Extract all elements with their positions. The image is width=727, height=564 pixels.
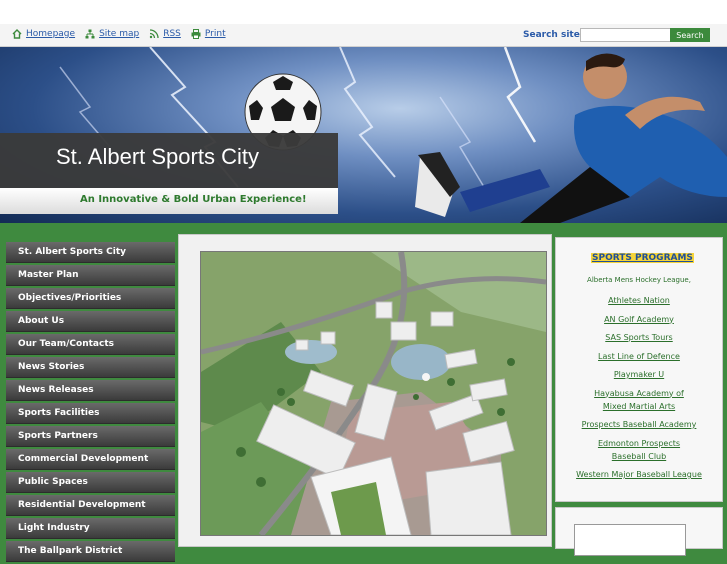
nav-item-our-team[interactable]: Our Team/Contacts — [6, 334, 175, 355]
soccer-player-image — [415, 53, 727, 223]
nav-item-master-plan[interactable]: Master Plan — [6, 265, 175, 286]
program-link[interactable]: Playmaker U — [556, 368, 722, 381]
secondary-side-panel — [555, 507, 723, 556]
program-link[interactable]: Last Line of Defence — [556, 350, 722, 363]
home-icon — [12, 29, 22, 39]
sports-programs-list: Alberta Mens Hockey League, Athletes Nat… — [556, 274, 722, 487]
nav-item-public-spaces[interactable]: Public Spaces — [6, 472, 175, 493]
homepage-label: Homepage — [26, 29, 76, 39]
nav-item-about-us[interactable]: About Us — [6, 311, 175, 332]
homepage-link[interactable]: Homepage — [12, 29, 75, 39]
main-content — [178, 234, 552, 547]
program-link[interactable]: Athletes Nation — [556, 294, 722, 307]
program-link[interactable]: Alberta Mens Hockey League, — [556, 274, 722, 287]
program-link[interactable]: Prospects Baseball Academy — [556, 418, 722, 431]
nav-item-residential-development[interactable]: Residential Development — [6, 495, 175, 516]
aerial-render-image — [201, 252, 546, 535]
nav-item-sports-partners[interactable]: Sports Partners — [6, 426, 175, 447]
rss-label: RSS — [163, 29, 181, 39]
search-label: Search site: — [523, 30, 584, 40]
top-margin — [0, 0, 727, 24]
program-link[interactable]: SAS Sports Tours — [556, 331, 722, 344]
nav-item-news-releases[interactable]: News Releases — [6, 380, 175, 401]
program-link[interactable]: Hayabusa Academy of Mixed Martial Arts — [556, 387, 722, 413]
sitemap-link[interactable]: Site map — [85, 29, 139, 39]
sitemap-icon — [85, 29, 95, 39]
nav-item-commercial-development[interactable]: Commercial Development — [6, 449, 175, 470]
rss-icon — [150, 29, 159, 39]
nav-item-light-industry[interactable]: Light Industry — [6, 518, 175, 539]
sitemap-label: Site map — [99, 29, 140, 39]
print-label: Print — [204, 29, 226, 39]
header-banner: St. Albert Sports City An Innovative & B… — [0, 47, 727, 223]
print-link[interactable]: Print — [191, 29, 226, 39]
nav-item-st-albert-sports-city[interactable]: St. Albert Sports City — [6, 242, 175, 263]
program-link[interactable]: Edmonton Prospects Baseball Club — [556, 437, 722, 463]
main-nav: St. Albert Sports City Master Plan Objec… — [6, 242, 175, 564]
search-input[interactable] — [580, 28, 672, 42]
nav-item-news-stories[interactable]: News Stories — [6, 357, 175, 378]
print-icon — [191, 29, 201, 39]
sports-programs-title[interactable]: SPORTS PROGRAMS — [591, 253, 694, 263]
top-links: Homepage Site map RSS Print — [12, 29, 226, 39]
program-link[interactable]: AN Golf Academy — [556, 313, 722, 326]
top-toolbar: Homepage Site map RSS Print Search site:… — [0, 24, 727, 47]
site-title: St. Albert Sports City — [56, 144, 259, 169]
search-button[interactable]: Search — [670, 28, 710, 42]
master-plan-rendering — [200, 251, 547, 536]
nav-item-ballpark-district[interactable]: The Ballpark District — [6, 541, 175, 562]
nav-item-sports-facilities[interactable]: Sports Facilities — [6, 403, 175, 424]
nav-item-objectives[interactable]: Objectives/Priorities — [6, 288, 175, 309]
rss-link[interactable]: RSS — [149, 29, 181, 39]
secondary-side-box — [574, 524, 686, 556]
site-tagline: An Innovative & Bold Urban Experience! — [80, 194, 307, 205]
program-link[interactable]: Western Major Baseball League — [556, 468, 722, 481]
sports-programs-panel: SPORTS PROGRAMS Alberta Mens Hockey Leag… — [555, 237, 723, 502]
